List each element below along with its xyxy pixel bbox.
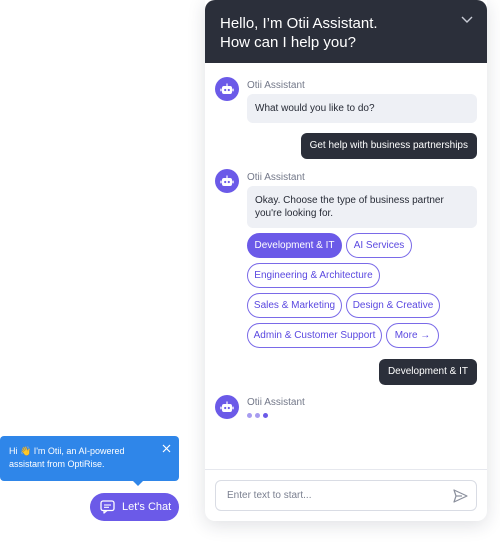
bot-message: What would you like to do?: [247, 94, 477, 123]
bot-message: Okay. Choose the type of business partne…: [247, 186, 477, 228]
send-icon[interactable]: [452, 488, 468, 504]
typing-dot: [263, 413, 268, 418]
option-design-creative[interactable]: Design & Creative: [346, 293, 440, 318]
welcome-tooltip: Hi 👋 I'm Otii, an AI-powered assistant f…: [0, 436, 179, 486]
chat-bubble-icon: [100, 500, 115, 514]
user-message: Get help with business partnerships: [300, 133, 477, 159]
chat-input[interactable]: [216, 481, 444, 510]
chat-input-container: [215, 480, 477, 511]
option-sales-marketing[interactable]: Sales & Marketing: [247, 293, 342, 318]
sender-name: Otii Assistant: [247, 397, 305, 408]
chat-header: Hello, I’m Otii Assistant. How can I hel…: [205, 0, 487, 63]
footer-divider: [205, 469, 487, 470]
chevron-down-icon[interactable]: [459, 12, 475, 28]
robot-icon: [215, 77, 239, 101]
robot-icon: [215, 395, 239, 419]
option-development-it[interactable]: Development & IT: [247, 233, 342, 258]
user-message: Development & IT: [378, 359, 477, 385]
chat-title: Hello, I’m Otii Assistant. How can I hel…: [220, 15, 378, 51]
sender-name: Otii Assistant: [247, 172, 305, 183]
chat-panel: Hello, I’m Otii Assistant. How can I hel…: [205, 0, 487, 521]
option-more[interactable]: More →: [386, 323, 439, 348]
sender-name: Otii Assistant: [247, 80, 305, 91]
robot-icon: [215, 169, 239, 193]
close-icon[interactable]: [161, 443, 171, 453]
typing-dot: [247, 413, 252, 418]
option-engineering-architecture[interactable]: Engineering & Architecture: [247, 263, 380, 288]
option-ai-services[interactable]: AI Services: [346, 233, 412, 258]
typing-dot: [255, 413, 260, 418]
tooltip-text: Hi 👋 I'm Otii, an AI-powered assistant f…: [9, 446, 125, 469]
tooltip-arrow: [132, 480, 144, 486]
option-admin-customer-support[interactable]: Admin & Customer Support: [247, 323, 382, 348]
typing-indicator: [247, 413, 268, 418]
lets-chat-button[interactable]: Let's Chat: [90, 493, 179, 521]
launcher-label: Let's Chat: [122, 501, 172, 513]
